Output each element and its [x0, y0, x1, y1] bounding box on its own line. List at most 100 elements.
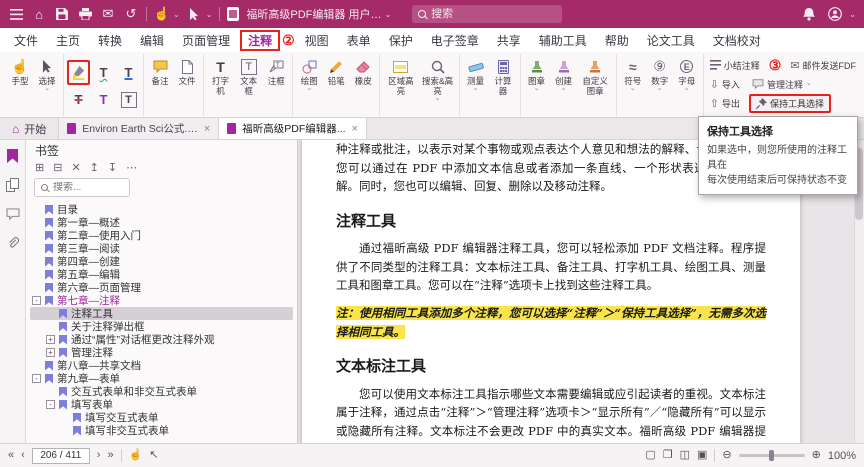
keep-tool-selected-button[interactable]: 保持工具选择 — [749, 94, 831, 113]
hand-tool-status-icon[interactable]: ☝ — [129, 450, 143, 461]
email-fdf-button[interactable]: ✉ 邮件发送FDF — [787, 58, 859, 73]
first-page-button[interactable]: « — [8, 450, 14, 461]
hand-tool-button[interactable]: ☝ 手型 — [7, 55, 33, 88]
expander-icon[interactable]: + — [46, 348, 55, 357]
typewriter-tool-button[interactable]: T 打字机 — [207, 55, 234, 98]
insert-text-tool-button[interactable]: T — [92, 87, 115, 112]
add-bookmark-icon[interactable]: ⊞ — [35, 161, 44, 174]
callout-tool-button[interactable]: T 注框 — [263, 55, 289, 88]
menu-convert[interactable]: 转换 — [90, 30, 130, 51]
zoom-in-button[interactable]: ⊕ — [812, 450, 821, 461]
facing-view-icon[interactable]: ◫ — [680, 450, 690, 461]
create-stamp-button[interactable]: 创建 ⌄ — [551, 55, 577, 94]
custom-stamp-button[interactable]: 自定义图章 — [578, 55, 613, 98]
more-options-icon[interactable]: ⋯ — [126, 161, 137, 174]
import-comments-button[interactable]: ⇩ 导入 — [707, 77, 743, 92]
document-tab-foxit-manual[interactable]: 福昕高级PDF编辑器... × — [219, 118, 367, 139]
note-tool-button[interactable]: 备注 — [147, 55, 173, 88]
zoom-slider-thumb[interactable] — [769, 450, 774, 461]
bookmark-item[interactable]: 交互式表单和非交互式表单 — [30, 385, 293, 398]
close-icon[interactable]: × — [204, 123, 210, 135]
user-avatar-icon[interactable] — [827, 6, 843, 22]
close-icon[interactable]: × — [352, 123, 358, 135]
select-quick-tool-icon[interactable] — [187, 6, 203, 22]
menu-esign[interactable]: 电子签章 — [423, 30, 487, 51]
zoom-out-button[interactable]: ⊖ — [722, 450, 731, 461]
menu-help[interactable]: 帮助 — [597, 30, 637, 51]
search-input[interactable] — [431, 8, 556, 20]
export-comments-button[interactable]: ⇧ 导出 — [707, 96, 743, 111]
bell-icon[interactable] — [801, 6, 817, 22]
move-up-icon[interactable]: ↥ — [90, 161, 99, 174]
measure-tool-button[interactable]: 测量 ⌄ — [463, 55, 489, 94]
highlight-tool-button[interactable] — [67, 60, 90, 85]
previous-page-button[interactable]: ‹ — [21, 450, 25, 461]
expander-icon[interactable]: + — [46, 335, 55, 344]
menu-accessibility[interactable]: 辅助工具 — [531, 30, 595, 51]
menu-form[interactable]: 表单 — [339, 30, 379, 51]
summarize-comments-button[interactable]: 小结注释 — [707, 58, 763, 73]
chevron-down-icon[interactable]: ⌄ — [206, 10, 213, 19]
page-number-input[interactable] — [32, 448, 90, 464]
menu-proofread[interactable]: 文档校对 — [705, 30, 769, 51]
strikeout-tool-button[interactable]: T — [67, 87, 90, 112]
file-attachment-button[interactable]: 文件 — [174, 55, 200, 88]
home-icon[interactable]: ⌂ — [31, 6, 47, 22]
start-tab[interactable]: ⌂ 开始 — [0, 118, 59, 139]
menu-protect[interactable]: 保护 — [381, 30, 421, 51]
bookmark-item[interactable]: -填写表单 — [30, 398, 293, 411]
print-icon[interactable] — [77, 6, 93, 22]
page-thumbnails-icon[interactable] — [5, 177, 21, 193]
hamburger-menu-icon[interactable] — [8, 6, 24, 22]
hand-quick-tool-icon[interactable]: ☝ — [154, 6, 170, 22]
calculator-button[interactable]: 计算器 — [490, 55, 517, 98]
menu-comment[interactable]: 注释 — [240, 30, 280, 51]
menu-organize[interactable]: 页面管理 — [174, 30, 238, 51]
zoom-level-value[interactable]: 100% — [828, 450, 856, 462]
menu-paper-tools[interactable]: 论文工具 — [639, 30, 703, 51]
menu-edit[interactable]: 编辑 — [132, 30, 172, 51]
last-page-button[interactable]: » — [107, 450, 113, 461]
bookmark-item[interactable]: +通过“属性”对话框更改注释外观 — [30, 333, 293, 346]
menu-home[interactable]: 主页 — [48, 30, 88, 51]
bookmarks-panel-icon[interactable] — [5, 148, 21, 164]
chevron-down-icon[interactable]: ⌄ — [173, 10, 180, 19]
drawing-tool-button[interactable]: 绘图 ⌄ — [296, 55, 322, 94]
delete-bookmark-icon[interactable]: ✕ — [71, 161, 80, 174]
stamp-button[interactable]: 图章 ⌄ — [524, 55, 550, 94]
move-down-icon[interactable]: ↧ — [108, 161, 117, 174]
textbox-tool-button[interactable]: T 文本框 — [235, 55, 262, 98]
bookmark-item-selected[interactable]: 注释工具 — [30, 307, 293, 320]
bookmark-search-input[interactable] — [53, 182, 123, 193]
area-highlight-button[interactable]: 区域高亮 — [383, 55, 418, 98]
menu-file[interactable]: 文件 — [6, 30, 46, 51]
document-tab-environ[interactable]: Environ Earth Sci公式.p... × — [59, 118, 219, 139]
global-search-box[interactable] — [412, 5, 562, 23]
menu-view[interactable]: 视图 — [297, 30, 337, 51]
search-highlight-button[interactable]: 搜索&高亮 ⌄ — [420, 55, 456, 104]
letter-button[interactable]: E 字母 ⌄ — [674, 55, 700, 94]
chevron-down-icon[interactable]: ⌄ — [384, 10, 391, 19]
replace-text-tool-button[interactable]: T — [121, 92, 137, 108]
save-icon[interactable] — [54, 6, 70, 22]
collapse-bookmarks-icon[interactable]: ⊟ — [53, 161, 62, 174]
undo-icon[interactable]: ↺ — [123, 6, 139, 22]
pencil-tool-button[interactable]: 铅笔 — [323, 55, 349, 88]
zoom-slider[interactable] — [739, 454, 805, 457]
bookmark-item[interactable]: -第七章—注释 — [30, 294, 293, 307]
bookmark-item[interactable]: 填写非交互式表单 — [30, 424, 293, 437]
expander-icon[interactable]: - — [32, 296, 41, 305]
menu-share[interactable]: 共享 — [489, 30, 529, 51]
number-button[interactable]: ⑨ 数字 ⌄ — [647, 55, 673, 94]
symbol-button[interactable]: ≈ 符号 ⌄ — [620, 55, 646, 94]
single-page-view-icon[interactable]: ▢ — [645, 450, 655, 461]
underline-tool-button[interactable]: T — [117, 60, 140, 85]
select-tool-status-icon[interactable]: ↖ — [149, 450, 158, 461]
bookmark-search-box[interactable] — [34, 178, 130, 197]
expander-icon[interactable]: - — [32, 374, 41, 383]
expander-icon[interactable]: - — [46, 400, 55, 409]
select-tool-button[interactable]: 选择 ⌄ — [34, 55, 60, 94]
squiggly-underline-tool-button[interactable]: T — [92, 60, 115, 85]
mail-icon[interactable]: ✉ — [100, 6, 116, 22]
attachments-panel-icon[interactable] — [5, 235, 21, 251]
